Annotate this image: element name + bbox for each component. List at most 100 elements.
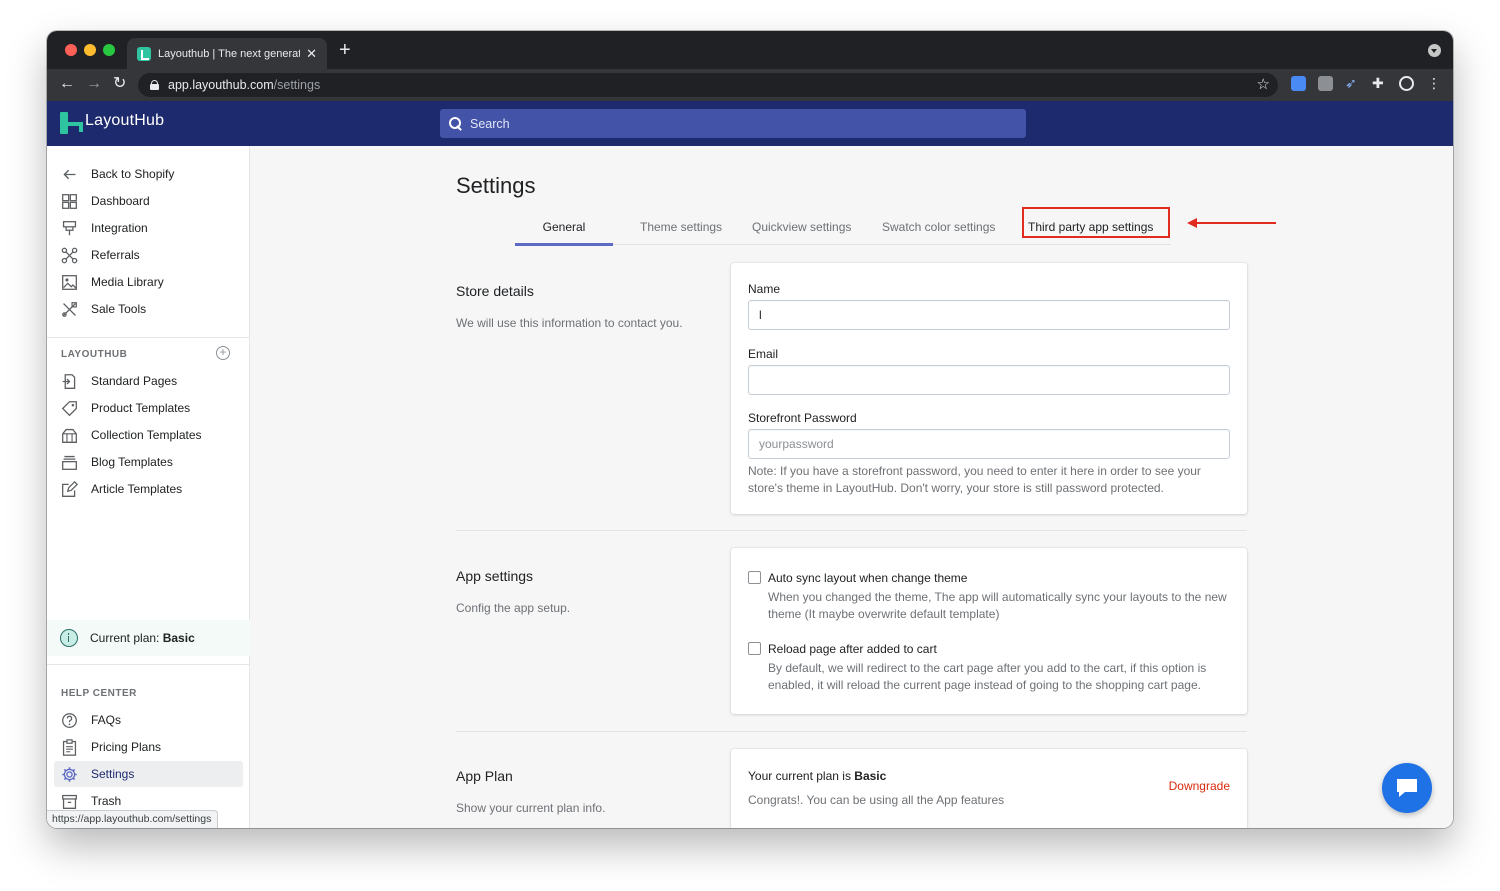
- auto-sync-checkbox[interactable]: [748, 571, 761, 584]
- sidebar-item-sale-tools[interactable]: Sale Tools: [54, 296, 243, 322]
- sidebar-item-label: Settings: [91, 767, 135, 781]
- trash-icon: [61, 793, 78, 810]
- bookmark-star-icon[interactable]: ☆: [1257, 75, 1270, 93]
- extension-icon-1[interactable]: [1291, 76, 1306, 91]
- storefront-password-field[interactable]: [748, 429, 1230, 459]
- congrats-text: Congrats!. You can be using all the App …: [748, 793, 1005, 807]
- sidebar-item-label: Dashboard: [91, 194, 150, 208]
- sidebar-item-label: FAQs: [91, 713, 122, 727]
- email-label: Email: [748, 347, 779, 361]
- browser-tab-bar: Layouthub | The next generation ✕ +: [47, 31, 1453, 69]
- image-icon: [61, 274, 78, 291]
- dashboard-icon: [61, 193, 78, 210]
- minimize-window-button[interactable]: [84, 44, 96, 56]
- sidebar-item-article-templates[interactable]: Article Templates: [54, 476, 243, 502]
- search-input[interactable]: Search: [440, 109, 1026, 138]
- integration-icon: [61, 220, 78, 237]
- forward-arrow-icon[interactable]: →: [86, 75, 102, 93]
- tab-theme-settings[interactable]: Theme settings: [640, 208, 722, 245]
- back-arrow-icon[interactable]: ←: [59, 75, 75, 93]
- sidebar-item-label: Collection Templates: [91, 428, 202, 442]
- sidebar-item-label: Sale Tools: [91, 302, 147, 316]
- sidebar-item-label: Product Templates: [91, 401, 191, 415]
- section-divider: [456, 731, 1247, 732]
- chat-bubble-icon: [1397, 779, 1417, 797]
- gear-icon: [61, 766, 78, 783]
- extension-icon-2[interactable]: [1318, 76, 1333, 91]
- new-tab-icon[interactable]: +: [339, 40, 351, 60]
- sidebar-item-dashboard[interactable]: Dashboard: [54, 188, 243, 214]
- sidebar-item-label: Blog Templates: [91, 455, 173, 469]
- store-details-desc: We will use this information to contact …: [456, 316, 683, 330]
- maximize-window-button[interactable]: [103, 44, 115, 56]
- add-circle-icon[interactable]: +: [216, 346, 230, 360]
- sidebar-divider: [47, 664, 250, 665]
- downgrade-link[interactable]: Downgrade: [1169, 779, 1230, 793]
- reload-icon[interactable]: ↻: [113, 75, 126, 93]
- referrals-icon: [61, 247, 78, 264]
- sidebar-section-heading: LAYOUTHUB: [61, 349, 128, 360]
- tab-general[interactable]: General: [515, 208, 613, 246]
- browser-menu-icon[interactable]: ⋮: [1427, 76, 1441, 91]
- arrow-left-icon: [61, 166, 78, 183]
- layouthub-logo-icon: [60, 112, 83, 134]
- sidebar-item-settings[interactable]: Settings: [54, 761, 243, 787]
- close-window-button[interactable]: [65, 44, 77, 56]
- tab-close-icon[interactable]: ✕: [306, 46, 317, 62]
- url-host: app.layouthub.com: [168, 78, 274, 92]
- reload-page-checkbox[interactable]: [748, 642, 761, 655]
- sidebar-item-collection-templates[interactable]: Collection Templates: [54, 422, 243, 448]
- clipboard-icon: [61, 738, 78, 756]
- main-content: Settings General Theme settings Quickvie…: [250, 146, 1453, 828]
- current-plan-box: Current plan: Basic: [47, 620, 250, 656]
- annotation-highlight-box: [1022, 207, 1170, 238]
- sidebar-section-heading: HELP CENTER: [61, 688, 137, 699]
- auto-sync-label: Auto sync layout when change theme: [768, 571, 968, 585]
- layouthub-favicon-icon: [137, 46, 151, 61]
- chat-button[interactable]: [1382, 763, 1432, 813]
- browser-tab-title: Layouthub | The next generation: [158, 47, 301, 60]
- tag-icon: [61, 400, 78, 417]
- sidebar-item-faqs[interactable]: FAQs: [54, 707, 243, 733]
- page-icon: [61, 373, 78, 390]
- sidebar: Back to Shopify Dashboard Integration Re…: [47, 146, 250, 828]
- page-title: Settings: [456, 173, 536, 198]
- reload-page-help: By default, we will redirect to the cart…: [768, 661, 1207, 692]
- profile-avatar-icon[interactable]: [1399, 76, 1414, 91]
- sidebar-item-media-library[interactable]: Media Library: [54, 269, 243, 295]
- sidebar-item-label: Media Library: [91, 275, 164, 289]
- annotation-arrow-line: [1195, 222, 1276, 224]
- tab-swatch-color-settings[interactable]: Swatch color settings: [882, 208, 995, 245]
- puzzle-extensions-icon[interactable]: ✚: [1372, 76, 1387, 91]
- collection-icon: [61, 427, 78, 444]
- edit-icon: [61, 480, 78, 498]
- browser-toolbar: ← → ↻ app.layouthub.com/settings ☆ ➶ ✚ ⋮: [47, 69, 1453, 101]
- browser-window: Layouthub | The next generation ✕ + ← → …: [47, 31, 1453, 828]
- tools-icon: [61, 301, 78, 318]
- browser-tab[interactable]: Layouthub | The next generation ✕: [127, 38, 327, 69]
- status-bar-url: https://app.layouthub.com/settings: [47, 810, 219, 828]
- sidebar-item-blog-templates[interactable]: Blog Templates: [54, 449, 243, 475]
- address-bar[interactable]: app.layouthub.com/settings ☆: [138, 73, 1278, 97]
- storefront-password-label: Storefront Password: [748, 411, 857, 425]
- app-settings-title: App settings: [456, 568, 534, 584]
- reload-page-label: Reload page after added to cart: [768, 642, 937, 656]
- blog-icon: [61, 454, 78, 471]
- sidebar-item-referrals[interactable]: Referrals: [54, 242, 243, 268]
- app-plan-desc: Show your current plan info.: [456, 801, 606, 815]
- email-field[interactable]: [748, 365, 1230, 395]
- sidebar-item-product-templates[interactable]: Product Templates: [54, 395, 243, 421]
- sidebar-item-label: Pricing Plans: [91, 740, 162, 754]
- section-divider: [456, 530, 1247, 531]
- sidebar-item-pricing-plans[interactable]: Pricing Plans: [54, 734, 243, 760]
- sidebar-item-label: Referrals: [91, 248, 140, 262]
- rocket-extension-icon[interactable]: ➶: [1345, 76, 1360, 91]
- tab-quickview-settings[interactable]: Quickview settings: [752, 208, 851, 245]
- app-logo-text: LayoutHub: [85, 112, 165, 129]
- sidebar-item-label: Standard Pages: [91, 374, 178, 388]
- name-field[interactable]: [748, 300, 1230, 330]
- tab-search-icon[interactable]: [1428, 44, 1441, 57]
- sidebar-item-back-to-shopify[interactable]: Back to Shopify: [54, 161, 243, 187]
- sidebar-item-standard-pages[interactable]: Standard Pages: [54, 368, 243, 394]
- sidebar-item-integration[interactable]: Integration: [54, 215, 243, 241]
